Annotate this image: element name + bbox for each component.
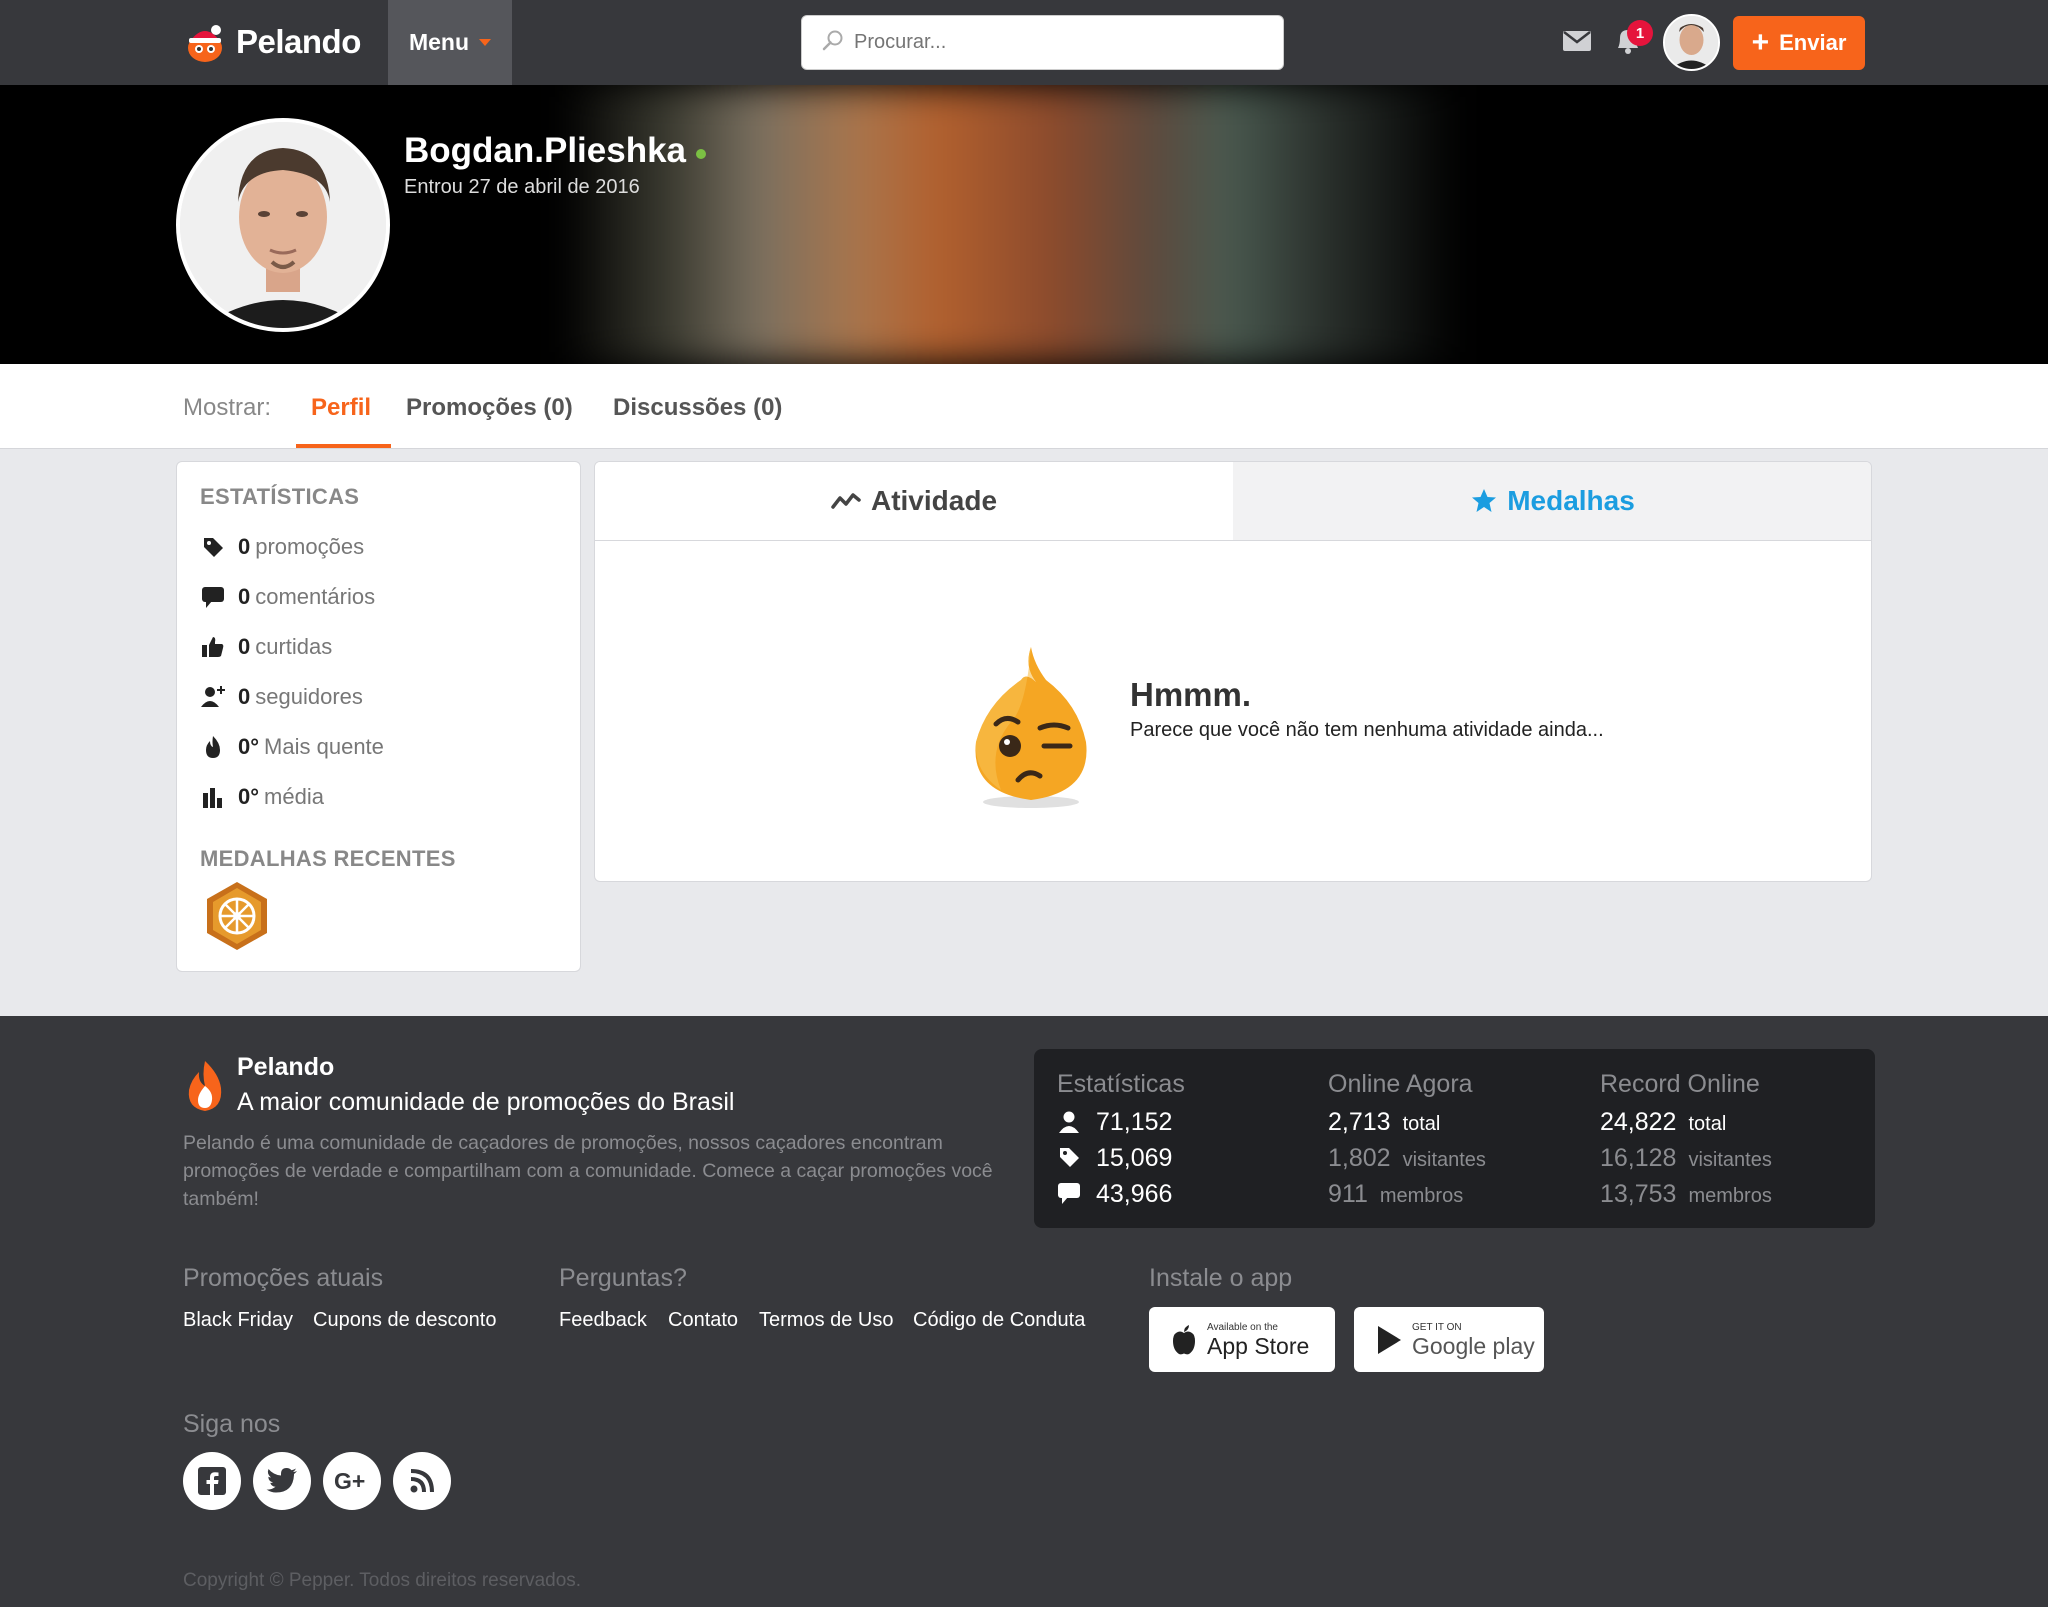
online-total: 2,713 total [1328,1108,1441,1136]
profile-joined-date: Entrou 27 de abril de 2016 [404,176,640,198]
followers-icon [200,684,226,710]
tab-deals[interactable]: Promoções (0) [406,394,573,422]
stats-column-title: Estatísticas [1057,1070,1185,1098]
stat-row-likes: 0 curtidas [200,632,332,662]
apple-icon [1171,1324,1197,1356]
rss-icon[interactable] [393,1452,451,1510]
tab-profile[interactable]: Perfil [311,394,371,422]
record-total: 24,822 total [1600,1108,1727,1136]
tag-icon [200,534,226,560]
link-code-of-conduct[interactable]: Código de Conduta [913,1309,1085,1332]
bar-chart-icon [200,784,226,810]
empty-state-title: Hmmm. [1130,676,1252,713]
copyright: Copyright © Pepper. Todos direitos reser… [183,1570,582,1591]
notification-badge: 1 [1627,20,1653,46]
comment-icon [1057,1181,1081,1205]
activity-icon [831,491,861,511]
search-box[interactable] [801,15,1284,70]
flame-icon [200,734,226,760]
confused-flame-mascot-icon [966,642,1096,812]
flame-logo-icon [183,1060,227,1112]
stat-total-comments: 43,966 [1096,1180,1173,1208]
google-plus-icon[interactable]: G+ [323,1452,381,1510]
user-avatar[interactable] [1663,14,1720,71]
tag-icon [1057,1145,1081,1169]
record-members: 13,753 membros [1600,1180,1772,1208]
tab-activity[interactable]: Atividade [595,462,1233,541]
profile-tabs-bar [0,364,2048,449]
activity-card: Atividade Medalhas [594,461,1872,882]
footer-description: Pelando é uma comunidade de caçadores de… [183,1132,993,1210]
stat-row-followers: 0 seguidores [200,682,363,712]
google-play-button[interactable]: GET IT ON Google play [1354,1307,1544,1372]
record-online-title: Record Online [1600,1070,1760,1098]
profile-photo [176,118,390,332]
record-visitors: 16,128 visitantes [1600,1144,1772,1172]
follow-us-title: Siga nos [183,1410,281,1438]
footer-brand: Pelando [237,1053,335,1081]
comment-icon [200,584,226,610]
app-store-button[interactable]: Available on the App Store [1149,1307,1335,1372]
active-tab-indicator [296,444,391,448]
menu-button[interactable]: Menu [388,0,512,85]
plus-icon: + [1751,26,1770,59]
stat-row-comments: 0 comentários [200,582,375,612]
svg-text:G+: G+ [334,1468,365,1494]
banner-background [560,85,1460,364]
install-app-title: Instale o app [1149,1264,1293,1292]
link-feedback[interactable]: Feedback [559,1309,647,1332]
caret-down-icon [479,39,492,46]
recent-medals-title: MEDALHAS RECENTES [200,846,456,871]
profile-username: Bogdan.Plieshka [404,131,707,171]
footer-tagline: A maior comunidade de promoções do Brasi… [237,1088,735,1116]
username-text: Bogdan.Plieshka [404,131,687,170]
play-icon [1376,1325,1402,1355]
facebook-icon[interactable] [183,1452,241,1510]
stat-row-hottest: 0° Mais quente [200,732,384,762]
mail-icon[interactable] [1562,29,1592,53]
user-icon [1057,1110,1081,1134]
search-input[interactable] [854,31,1254,54]
online-status-icon [696,149,707,159]
stats-title: ESTATÍSTICAS [200,484,360,509]
submit-deal-button[interactable]: + Enviar [1733,16,1865,70]
star-icon [1471,488,1497,514]
search-icon [822,29,844,56]
online-members: 911 membros [1328,1180,1464,1208]
menu-label: Menu [408,29,470,55]
show-label: Mostrar: [183,394,272,421]
link-contact[interactable]: Contato [668,1309,738,1332]
submit-label: Enviar [1779,30,1847,55]
link-discount-coupons[interactable]: Cupons de desconto [313,1309,496,1332]
current-deals-title: Promoções atuais [183,1264,384,1292]
link-terms[interactable]: Termos de Uso [759,1309,894,1332]
stat-total-deals: 15,069 [1096,1144,1173,1172]
link-black-friday[interactable]: Black Friday [183,1309,293,1332]
online-visitors: 1,802 visitantes [1328,1144,1486,1172]
logo-text: Pelando [236,23,361,60]
tab-medals[interactable]: Medalhas [1233,462,1871,541]
site-logo[interactable]: Pelando [183,18,361,66]
stat-total-users: 71,152 [1096,1108,1173,1136]
questions-title: Perguntas? [559,1264,687,1292]
online-now-title: Online Agora [1328,1070,1473,1098]
empty-state-message: Parece que você não tem nenhuma atividad… [1130,719,1604,741]
twitter-icon[interactable] [253,1452,311,1510]
stat-row-average: 0° média [200,782,324,812]
tab-discussions[interactable]: Discussões (0) [613,394,782,422]
thumbs-up-icon [200,634,226,660]
pelando-mascot-icon [183,20,227,64]
medal-badge-icon[interactable] [204,880,270,952]
stat-row-deals: 0 promoções [200,532,364,562]
